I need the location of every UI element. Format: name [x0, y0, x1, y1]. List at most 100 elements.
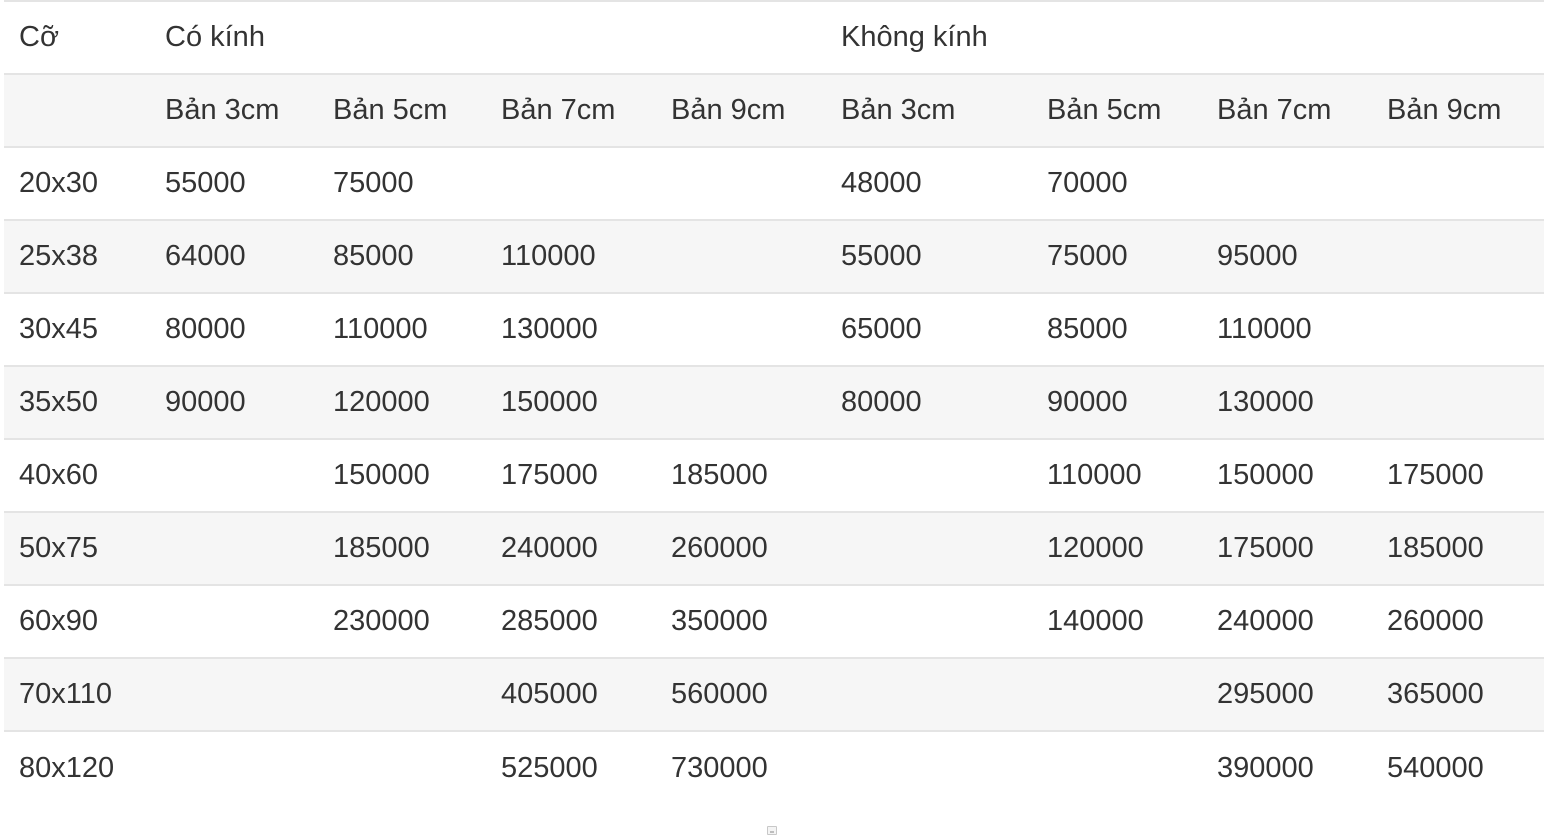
size-cell: 20x30 [4, 146, 150, 220]
price-cell: 150000 [1202, 438, 1373, 512]
price-cell: 90000 [150, 365, 318, 439]
price-cell: 260000 [1372, 584, 1545, 658]
size-cell: 70x110 [4, 657, 150, 731]
price-cell: 130000 [1202, 365, 1373, 439]
size-cell: 40x60 [4, 438, 150, 512]
price-cell [318, 730, 486, 804]
size-column-header: Cỡ [4, 0, 150, 74]
price-cell: 285000 [486, 584, 656, 658]
size-cell: 50x75 [4, 511, 150, 585]
price-cell: 365000 [1372, 657, 1545, 731]
price-cell: 110000 [318, 292, 486, 366]
price-cell: 80000 [150, 292, 318, 366]
price-cell: 64000 [150, 219, 318, 293]
price-cell: 350000 [656, 584, 827, 658]
price-cell [1202, 146, 1373, 220]
price-cell [656, 219, 827, 293]
price-cell: 120000 [1032, 511, 1203, 585]
price-cell: 55000 [826, 219, 1033, 293]
table-row: 50x75 185000 240000 260000 120000 175000 18500… [4, 511, 1545, 585]
price-cell: 230000 [318, 584, 486, 658]
price-cell [826, 657, 1033, 731]
price-cell [150, 657, 318, 731]
price-cell: 295000 [1202, 657, 1373, 731]
sub-header-with-glass-7cm: Bản 7cm [486, 73, 656, 147]
table-row: 35x50 90000 120000 150000 80000 90000 130000 [4, 365, 1545, 439]
sub-header-row: Bản 3cm Bản 5cm Bản 7cm Bản 9cm Bản 3cm … [4, 73, 1545, 147]
price-cell: 185000 [656, 438, 827, 512]
size-cell: 80x120 [4, 730, 150, 804]
price-cell [1372, 292, 1545, 366]
price-cell: 175000 [486, 438, 656, 512]
price-cell: 55000 [150, 146, 318, 220]
price-table: Cỡ Có kính Không kính Bản 3cm Bản 5cm Bả… [4, 0, 1545, 804]
price-cell: 405000 [486, 657, 656, 731]
price-cell: 120000 [318, 365, 486, 439]
sub-header-without-glass-5cm: Bản 5cm [1032, 73, 1203, 147]
price-cell: 80000 [826, 365, 1033, 439]
with-glass-group-header: Có kính [150, 0, 827, 74]
table-row: 20x30 55000 75000 48000 70000 [4, 146, 1545, 220]
price-cell: 730000 [656, 730, 827, 804]
price-cell: 65000 [826, 292, 1033, 366]
price-cell [826, 730, 1033, 804]
broken-image-icon [767, 826, 777, 835]
price-cell: 70000 [1032, 146, 1203, 220]
price-cell [656, 146, 827, 220]
price-cell [826, 438, 1033, 512]
price-cell [150, 730, 318, 804]
price-cell: 260000 [656, 511, 827, 585]
without-glass-group-header: Không kính [826, 0, 1545, 74]
price-cell [1032, 657, 1203, 731]
price-cell [1032, 730, 1203, 804]
price-cell [1372, 146, 1545, 220]
size-cell: 35x50 [4, 365, 150, 439]
price-cell: 540000 [1372, 730, 1545, 804]
price-cell: 130000 [486, 292, 656, 366]
sub-header-with-glass-3cm: Bản 3cm [150, 73, 318, 147]
price-cell: 390000 [1202, 730, 1373, 804]
table-row: 25x38 64000 85000 110000 55000 75000 95000 [4, 219, 1545, 293]
price-cell: 525000 [486, 730, 656, 804]
price-cell: 560000 [656, 657, 827, 731]
table-row: 30x45 80000 110000 130000 65000 85000 110000 [4, 292, 1545, 366]
price-cell: 240000 [486, 511, 656, 585]
size-cell: 30x45 [4, 292, 150, 366]
price-cell: 240000 [1202, 584, 1373, 658]
price-cell: 85000 [318, 219, 486, 293]
price-cell: 75000 [318, 146, 486, 220]
price-cell [826, 584, 1033, 658]
price-cell [150, 584, 318, 658]
price-cell: 140000 [1032, 584, 1203, 658]
sub-header-empty [4, 73, 150, 147]
price-cell: 90000 [1032, 365, 1203, 439]
price-cell [826, 511, 1033, 585]
price-cell: 185000 [318, 511, 486, 585]
size-cell: 60x90 [4, 584, 150, 658]
sub-header-without-glass-3cm: Bản 3cm [826, 73, 1033, 147]
price-cell [150, 438, 318, 512]
price-cell [656, 365, 827, 439]
price-cell: 110000 [1202, 292, 1373, 366]
price-cell: 175000 [1372, 438, 1545, 512]
price-cell: 150000 [486, 365, 656, 439]
sub-header-with-glass-5cm: Bản 5cm [318, 73, 486, 147]
price-cell: 48000 [826, 146, 1033, 220]
price-cell [486, 146, 656, 220]
price-cell: 75000 [1032, 219, 1203, 293]
price-cell [1372, 219, 1545, 293]
price-cell [1372, 365, 1545, 439]
price-cell [656, 292, 827, 366]
group-header-row: Cỡ Có kính Không kính [4, 0, 1545, 74]
price-cell: 110000 [486, 219, 656, 293]
price-cell: 95000 [1202, 219, 1373, 293]
price-cell [150, 511, 318, 585]
price-cell: 85000 [1032, 292, 1203, 366]
sub-header-without-glass-7cm: Bản 7cm [1202, 73, 1373, 147]
price-cell: 110000 [1032, 438, 1203, 512]
table-row: 40x60 150000 175000 185000 110000 150000 17500… [4, 438, 1545, 512]
table-row: 60x90 230000 285000 350000 140000 240000 26000… [4, 584, 1545, 658]
sub-header-without-glass-9cm: Bản 9cm [1372, 73, 1545, 147]
price-cell: 175000 [1202, 511, 1373, 585]
size-cell: 25x38 [4, 219, 150, 293]
